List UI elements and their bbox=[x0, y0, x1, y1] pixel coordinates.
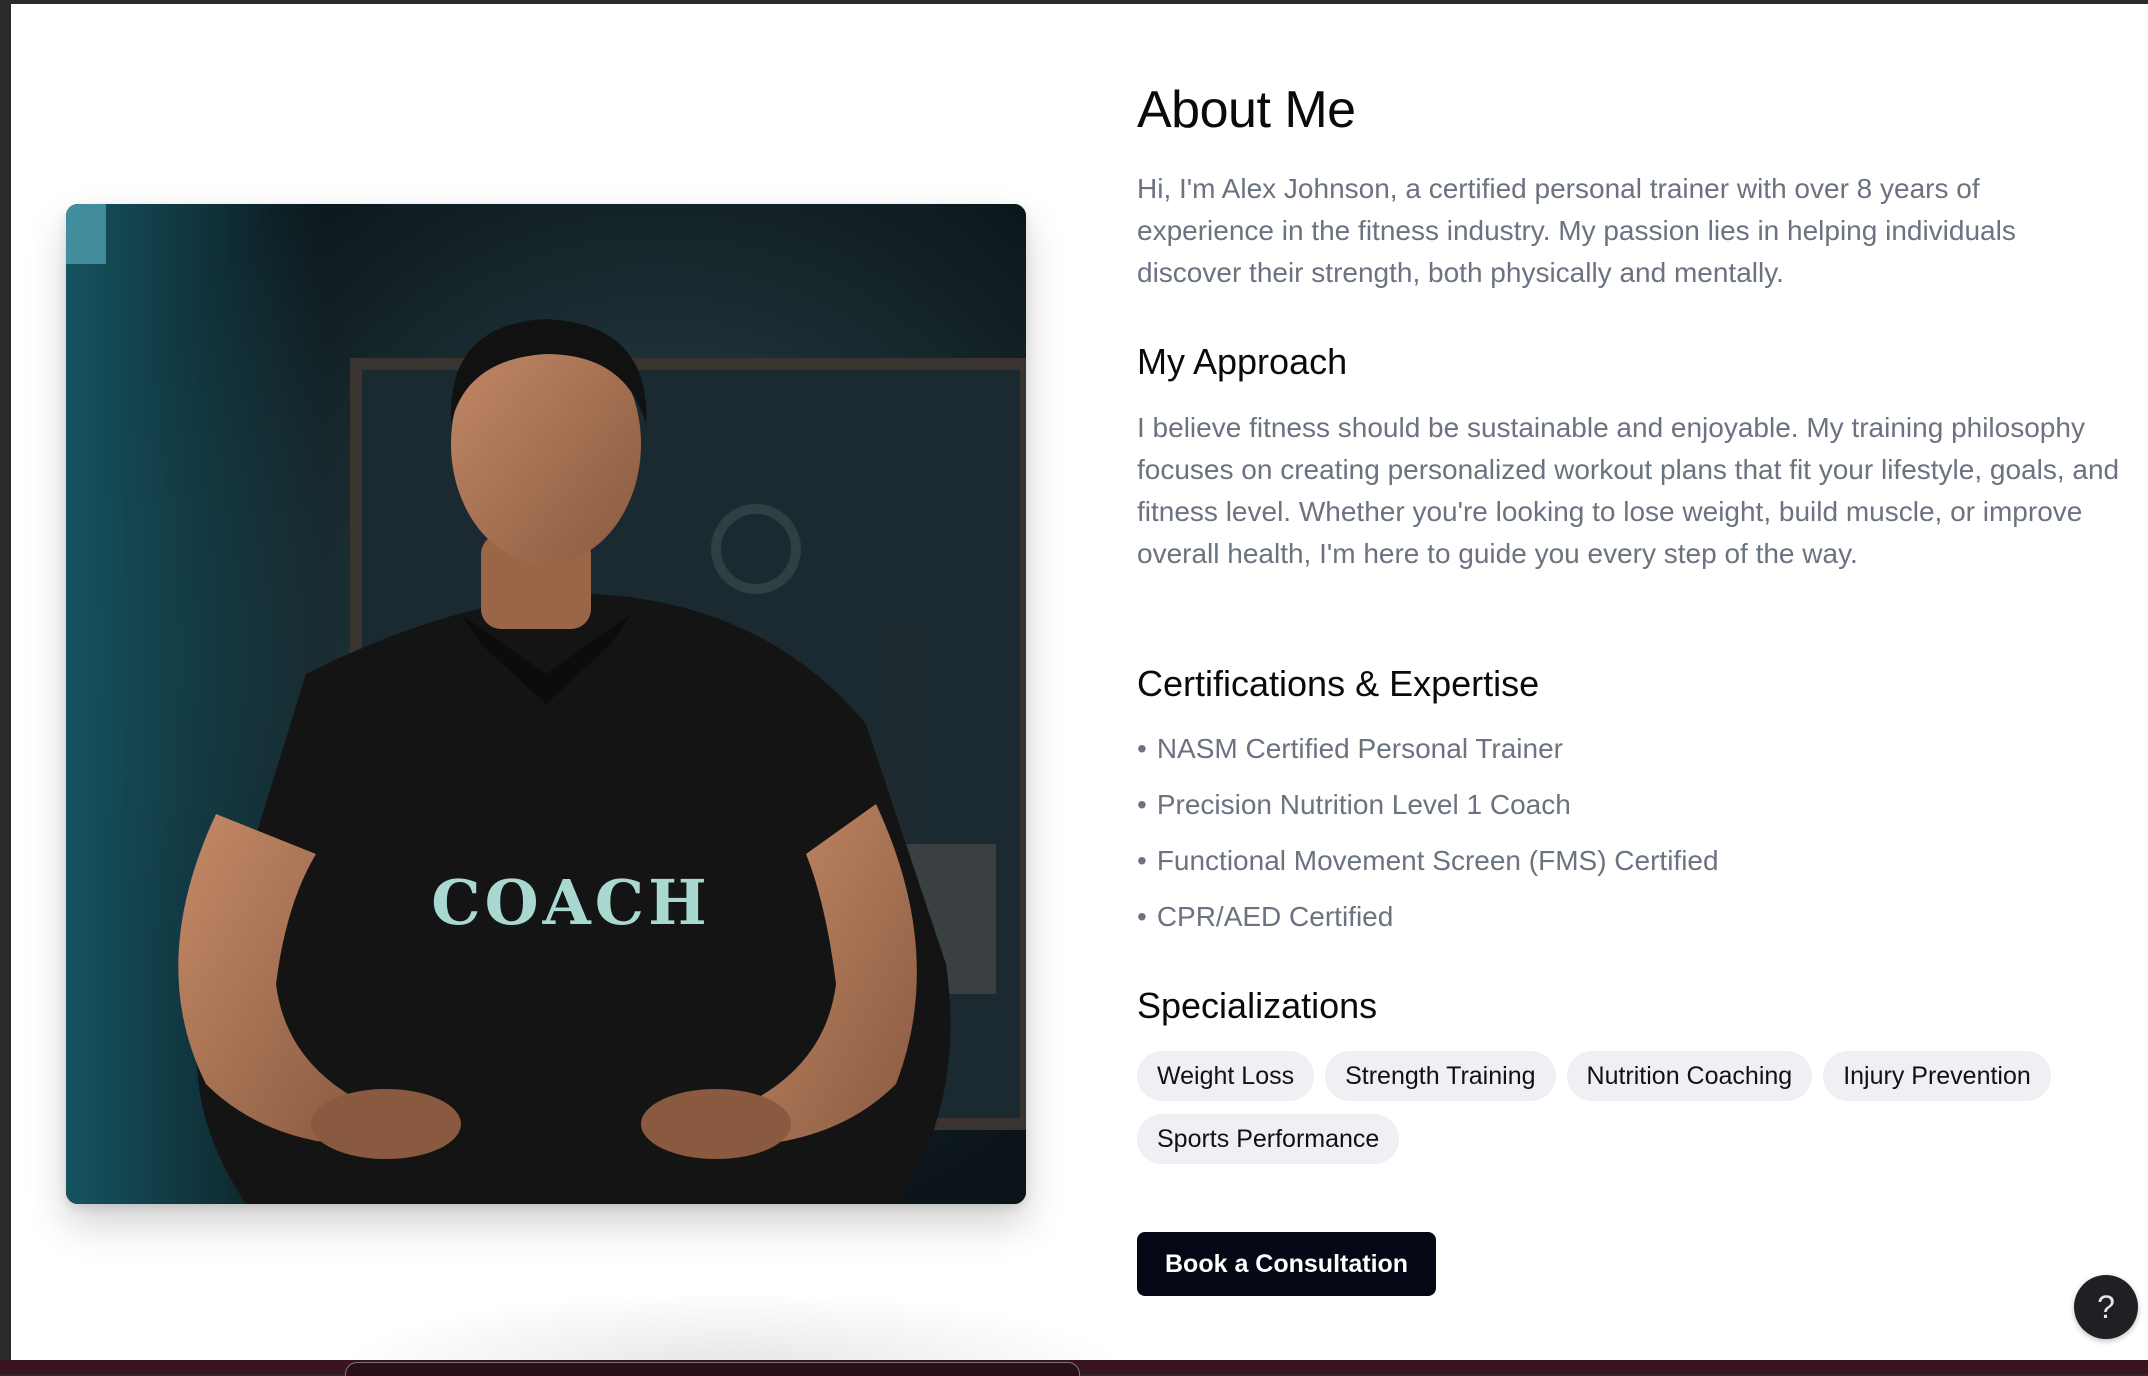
certification-label: NASM Certified Personal Trainer bbox=[1156, 733, 1563, 764]
help-button[interactable]: ? bbox=[2074, 1275, 2138, 1339]
certification-item: • Precision Nutrition Level 1 Coach bbox=[1137, 785, 1719, 841]
certification-item: • CPR/AED Certified bbox=[1137, 897, 1719, 953]
question-icon: ? bbox=[2097, 1289, 2115, 1325]
tag-nutrition-coaching: Nutrition Coaching bbox=[1566, 1051, 1813, 1101]
certifications-heading: Certifications & Expertise bbox=[1137, 663, 1540, 704]
specializations-tags: Weight Loss Strength Training Nutrition Co… bbox=[1137, 1051, 2122, 1177]
bullet: • bbox=[1137, 789, 1147, 820]
page-title: About Me bbox=[1137, 81, 1356, 139]
tag-weight-loss: Weight Loss bbox=[1137, 1051, 1315, 1101]
bullet: • bbox=[1137, 845, 1147, 876]
certification-label: Precision Nutrition Level 1 Coach bbox=[1156, 789, 1571, 820]
intro-text: Hi, I'm Alex Johnson, a certified person… bbox=[1137, 173, 2016, 288]
specializations-heading: Specializations bbox=[1137, 985, 1378, 1026]
certifications-list: • NASM Certified Personal Trainer • Precis… bbox=[1137, 729, 1719, 953]
bullet: • bbox=[1137, 901, 1147, 932]
certification-label: Functional Movement Screen (FMS) Certifi… bbox=[1156, 845, 1719, 876]
bullet: • bbox=[1137, 733, 1147, 764]
certification-item: • NASM Certified Personal Trainer bbox=[1137, 729, 1719, 785]
approach-heading: My Approach bbox=[1137, 341, 1348, 382]
about-page: COACH About Me Hi, I'm Alex Johnson, a c… bbox=[11, 4, 2148, 1360]
certification-label: CPR/AED Certified bbox=[1156, 901, 1394, 932]
trainer-photo: COACH bbox=[66, 204, 1026, 1204]
trainer-photo-illustration: COACH bbox=[66, 204, 1026, 1204]
tag-strength-training: Strength Training bbox=[1325, 1051, 1556, 1101]
approach-text: I believe fitness should be sustainable … bbox=[1137, 412, 2120, 569]
tag-sports-performance: Sports Performance bbox=[1137, 1114, 1400, 1164]
certification-item: • Functional Movement Screen (FMS) Certif… bbox=[1137, 841, 1719, 897]
book-consultation-button[interactable]: Book a Consultation bbox=[1137, 1232, 1437, 1296]
shirt-text: COACH bbox=[431, 866, 710, 939]
bottom-shadow bbox=[330, 1290, 1130, 1370]
tag-injury-prevention: Injury Prevention bbox=[1823, 1051, 2051, 1101]
